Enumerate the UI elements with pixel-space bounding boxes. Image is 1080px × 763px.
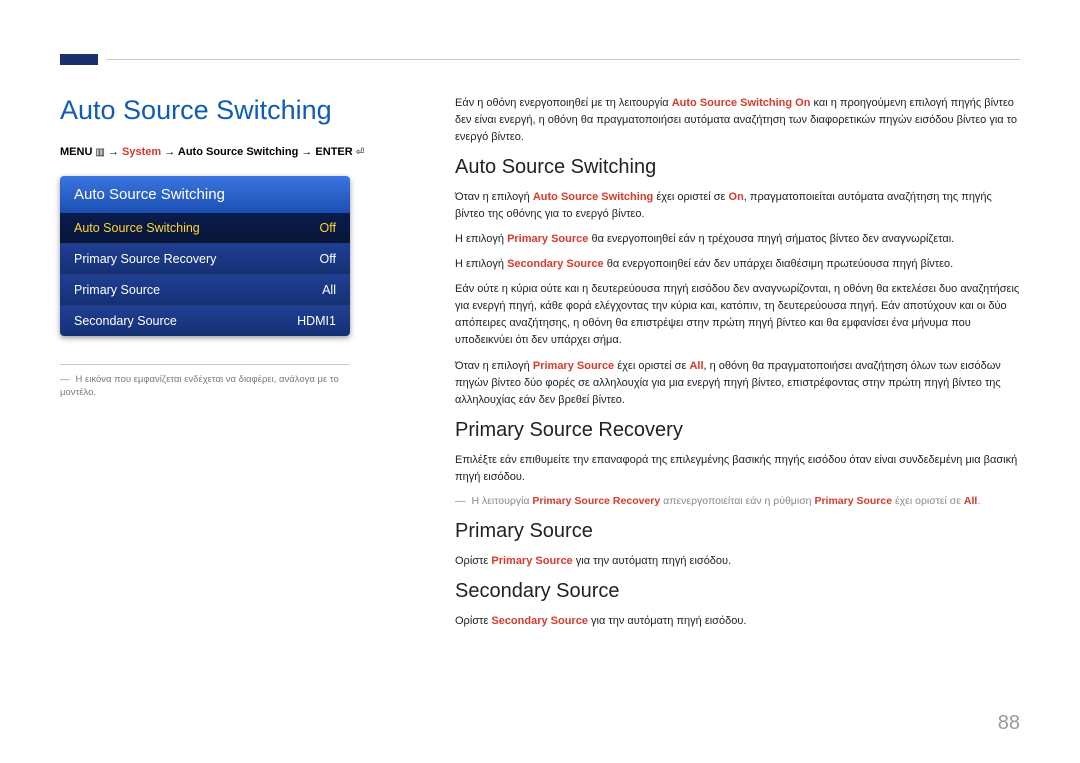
header-marker [60, 54, 98, 65]
right-column: Εάν η οθόνη ενεργοποιηθεί με τη λειτουργ… [455, 95, 1020, 638]
intro-paragraph: Εάν η οθόνη ενεργοποιηθεί με τη λειτουργ… [455, 95, 1020, 146]
text: Όταν η επιλογή [455, 360, 533, 372]
osd-menu-header: Auto Source Switching [60, 176, 350, 213]
menu-label: Primary Source Recovery [74, 252, 216, 266]
breadcrumb-arrow: → [108, 146, 119, 158]
body-text: Η επιλογή Primary Source θα ενεργοποιηθε… [455, 231, 1020, 248]
menu-label: Secondary Source [74, 314, 177, 328]
text: Η επιλογή [455, 233, 507, 245]
menu-value: Off [320, 252, 336, 266]
text: Η λειτουργία [472, 495, 533, 507]
disclaimer-text: ―Η εικόνα που εμφανίζεται ενδέχεται να δ… [60, 373, 350, 400]
highlight: Auto Source Switching [533, 191, 653, 203]
breadcrumb-system: System [122, 146, 161, 158]
body-text: Η επιλογή Secondary Source θα ενεργοποιη… [455, 256, 1020, 273]
section-heading-primary-recovery: Primary Source Recovery [455, 419, 1020, 442]
page-title: Auto Source Switching [60, 95, 430, 126]
highlight: Primary Source [533, 360, 614, 372]
highlight: All [964, 495, 977, 507]
body-text: Όταν η επιλογή Auto Source Switching έχε… [455, 189, 1020, 223]
dash-icon: ― [60, 374, 70, 385]
text: έχει οριστεί σε [614, 360, 689, 372]
disclaimer-body: Η εικόνα που εμφανίζεται ενδέχεται να δι… [60, 374, 339, 398]
section-heading-secondary-source: Secondary Source [455, 580, 1020, 603]
section-heading-primary-source: Primary Source [455, 520, 1020, 543]
text: για την αυτόματη πηγή εισόδου. [573, 555, 731, 567]
text: έχει οριστεί σε [892, 495, 964, 507]
menu-icon: ▥ [95, 147, 104, 158]
note-text: ― Η λειτουργία Primary Source Recovery απ… [455, 494, 1020, 510]
highlight: Secondary Source [507, 258, 604, 270]
menu-row-primary-recovery[interactable]: Primary Source Recovery Off [60, 243, 350, 274]
menu-row-secondary-source[interactable]: Secondary Source HDMI1 [60, 305, 350, 336]
dash-icon: ― [455, 495, 466, 507]
text: Ορίστε [455, 555, 491, 567]
content-area: Auto Source Switching MENU ▥ → System → … [60, 95, 1020, 638]
text: Ορίστε [455, 615, 491, 627]
highlight: Primary Source Recovery [532, 495, 660, 507]
highlight: On [729, 191, 744, 203]
breadcrumb-arrow: → [301, 146, 312, 158]
text: Εάν η οθόνη ενεργοποιηθεί με τη λειτουργ… [455, 97, 672, 109]
section-heading-auto-source: Auto Source Switching [455, 156, 1020, 179]
menu-label: Primary Source [74, 283, 160, 297]
highlight: Primary Source [507, 233, 588, 245]
text: θα ενεργοποιηθεί εάν δεν υπάρχει διαθέσι… [604, 258, 954, 270]
highlight: Auto Source Switching On [672, 97, 811, 109]
breadcrumb-feature: Auto Source Switching [178, 146, 298, 158]
body-text: Εάν ούτε η κύρια ούτε και η δευτερεύουσα… [455, 281, 1020, 349]
text: Όταν η επιλογή [455, 191, 533, 203]
menu-row-primary-source[interactable]: Primary Source All [60, 274, 350, 305]
text: για την αυτόματη πηγή εισόδου. [588, 615, 746, 627]
text: Η επιλογή [455, 258, 507, 270]
page-number: 88 [998, 712, 1020, 735]
disclaimer-divider: ―Η εικόνα που εμφανίζεται ενδέχεται να δ… [60, 364, 350, 400]
highlight: Primary Source [814, 495, 892, 507]
text: έχει οριστεί σε [653, 191, 728, 203]
body-text: Ορίστε Primary Source για την αυτόματη π… [455, 553, 1020, 570]
enter-icon: ⏎ [356, 147, 364, 158]
breadcrumb: MENU ▥ → System → Auto Source Switching … [60, 146, 430, 158]
osd-menu: Auto Source Switching Auto Source Switch… [60, 176, 350, 336]
breadcrumb-menu: MENU [60, 146, 92, 158]
menu-value: All [322, 283, 336, 297]
left-column: Auto Source Switching MENU ▥ → System → … [60, 95, 430, 638]
text: . [977, 495, 980, 507]
menu-label: Auto Source Switching [74, 221, 200, 235]
text: απενεργοποιείται εάν η ρύθμιση [660, 495, 814, 507]
breadcrumb-enter: ENTER [315, 146, 352, 158]
menu-value: Off [320, 221, 336, 235]
highlight: Secondary Source [491, 615, 588, 627]
body-text: Επιλέξτε εάν επιθυμείτε την επαναφορά τη… [455, 452, 1020, 486]
menu-value: HDMI1 [297, 314, 336, 328]
text: θα ενεργοποιηθεί εάν η τρέχουσα πηγή σήμ… [588, 233, 954, 245]
highlight: Primary Source [491, 555, 572, 567]
highlight: All [689, 360, 703, 372]
body-text: Όταν η επιλογή Primary Source έχει οριστ… [455, 358, 1020, 409]
menu-row-auto-source[interactable]: Auto Source Switching Off [60, 213, 350, 243]
breadcrumb-arrow: → [164, 146, 175, 158]
body-text: Ορίστε Secondary Source για την αυτόματη… [455, 613, 1020, 630]
header-divider [106, 59, 1020, 60]
